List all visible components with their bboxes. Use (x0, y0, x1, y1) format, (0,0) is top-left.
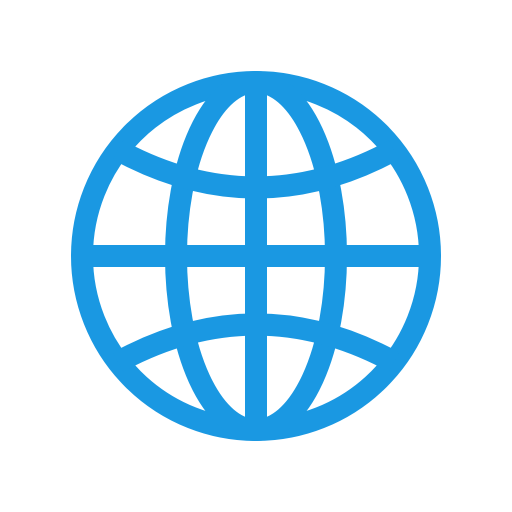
icon-canvas (0, 0, 512, 512)
globe-icon (71, 71, 441, 441)
